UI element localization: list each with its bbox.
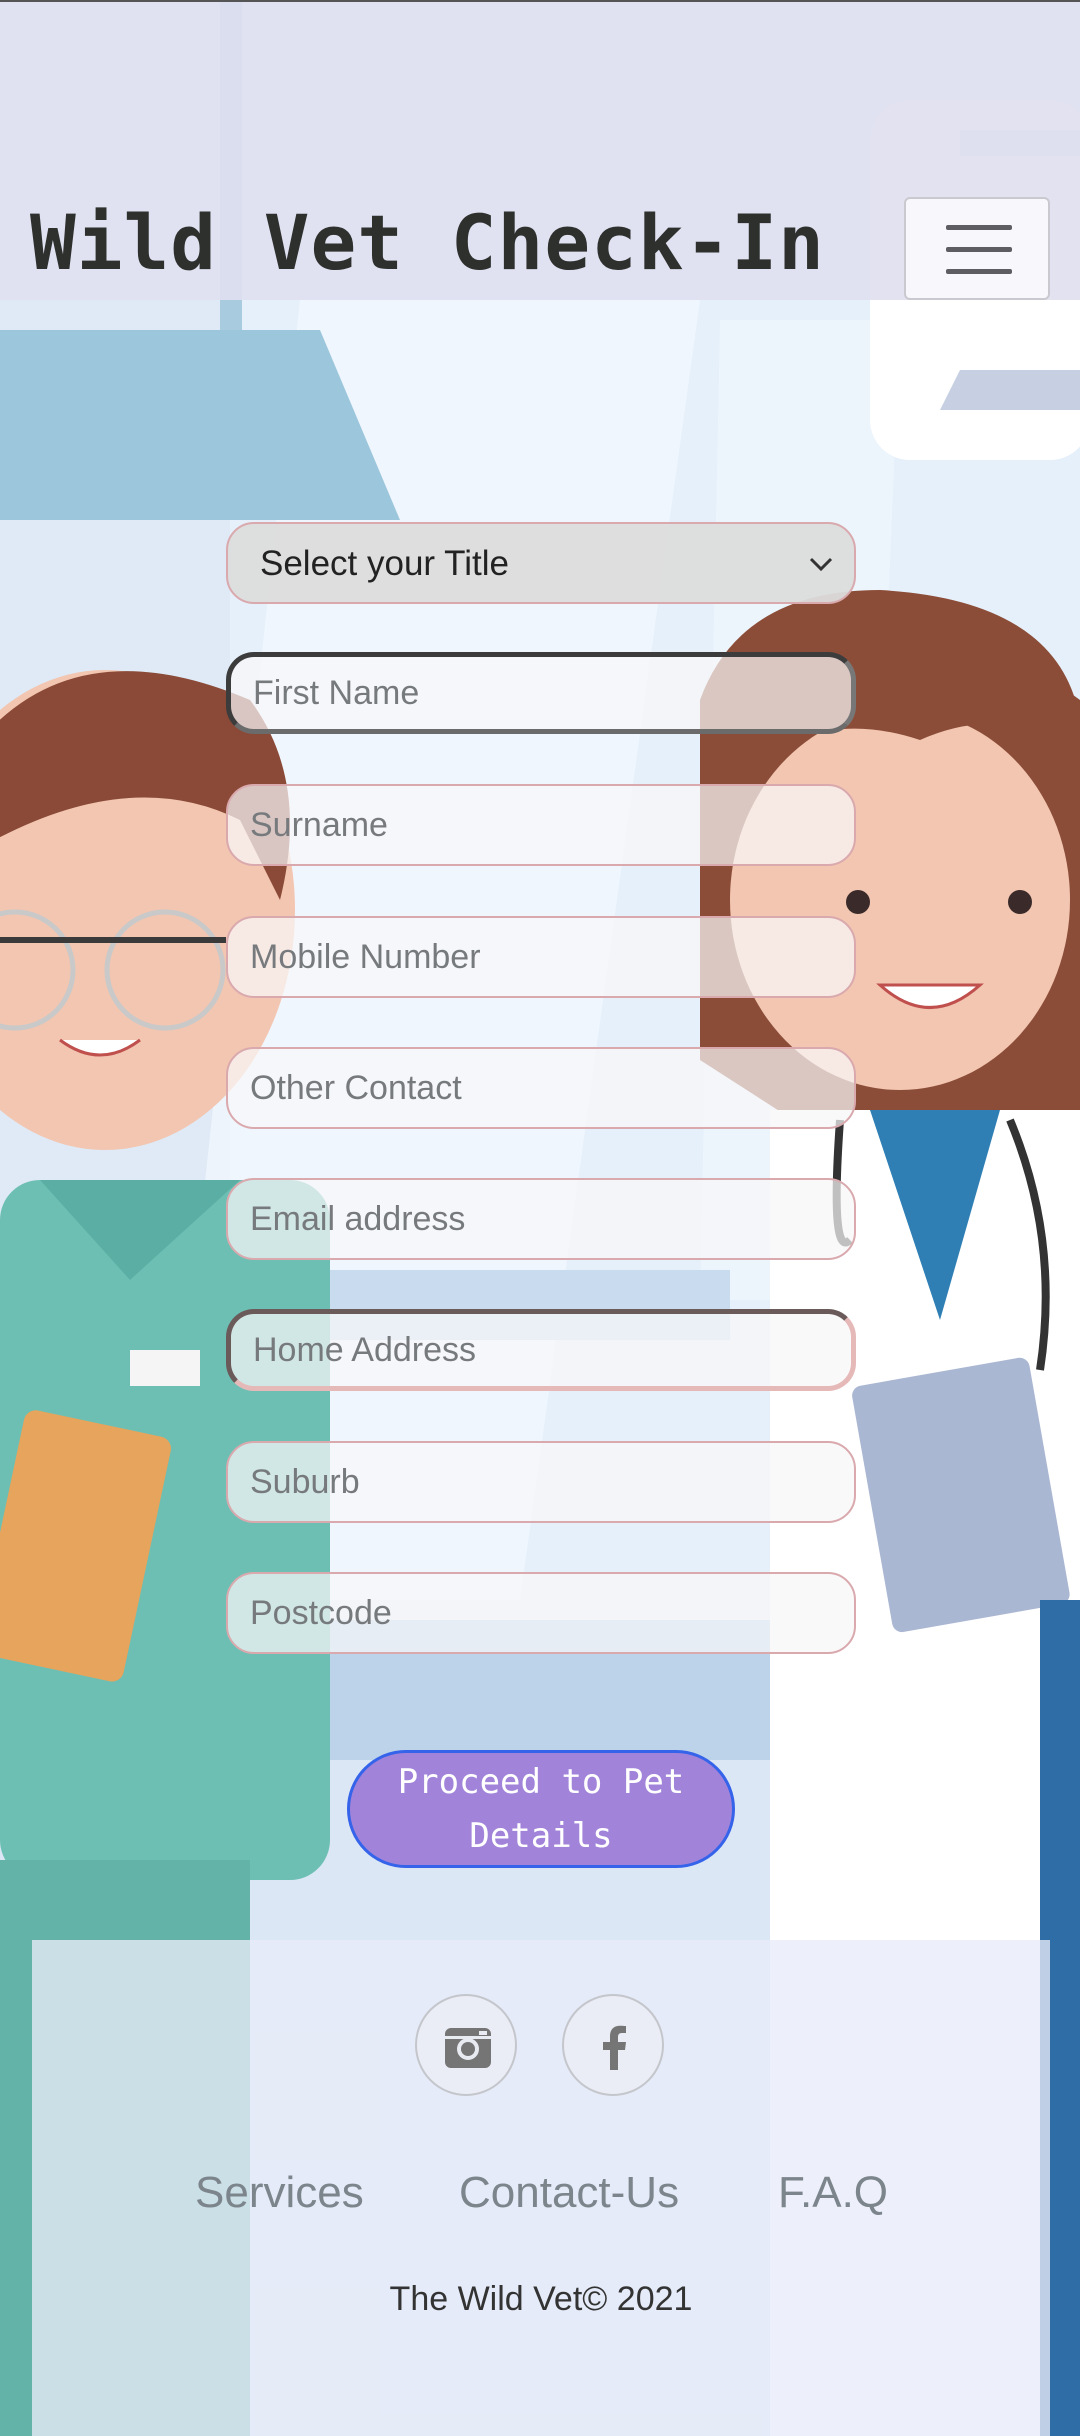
footer-link-services[interactable]: Services	[195, 2168, 364, 2218]
page-title: Wild Vet Check-In	[30, 198, 825, 287]
chevron-down-icon	[809, 557, 833, 572]
title-select-value: Select your Title	[260, 544, 509, 583]
site-header: Wild Vet Check-In	[0, 0, 1080, 300]
home-address-field[interactable]	[226, 1309, 856, 1391]
footer-link-faq[interactable]: F.A.Q	[778, 2168, 888, 2218]
title-select[interactable]: Select your Title	[226, 522, 856, 604]
other-contact-field[interactable]	[226, 1047, 856, 1129]
proceed-to-pet-details-button[interactable]: Proceed to Pet Details	[347, 1750, 735, 1868]
facebook-link[interactable]	[562, 1994, 664, 2096]
copyright-text: The Wild Vet© 2021	[389, 2280, 693, 2318]
postcode-field[interactable]	[226, 1572, 856, 1654]
mobile-number-field[interactable]	[226, 916, 856, 998]
facebook-icon	[603, 2025, 626, 2070]
email-field[interactable]	[226, 1178, 856, 1260]
menu-toggle-button[interactable]	[904, 197, 1050, 300]
surname-field[interactable]	[226, 784, 856, 866]
instagram-icon	[445, 2028, 491, 2068]
suburb-field[interactable]	[226, 1441, 856, 1523]
instagram-link[interactable]	[415, 1994, 517, 2096]
footer-link-contact-us[interactable]: Contact-Us	[459, 2168, 679, 2218]
first-name-field[interactable]	[226, 652, 856, 734]
site-footer: Services Contact-Us F.A.Q The Wild Vet© …	[32, 1940, 1050, 2436]
